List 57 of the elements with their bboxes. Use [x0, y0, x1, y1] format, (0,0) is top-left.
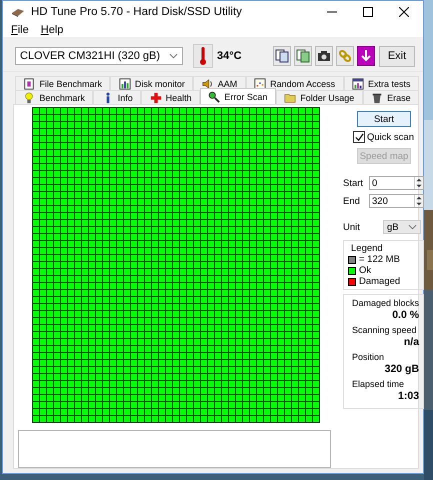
menu-item[interactable]: File [11, 24, 29, 36]
legend-label: Ok [359, 265, 372, 276]
cross-icon [150, 92, 162, 104]
temperature-reading: 34°C [217, 50, 243, 62]
drive-dropdown[interactable]: CLOVER CM321HI (320 gB) [15, 47, 183, 66]
chart-window-icon [352, 78, 364, 90]
tab[interactable]: File Benchmark [15, 76, 110, 90]
stat-value: 320 gB [384, 363, 420, 375]
trash-icon [371, 92, 384, 104]
unit-dropdown[interactable]: gB [383, 220, 421, 234]
caret-icon [169, 53, 178, 60]
window-title: HD Tune Pro 5.70 - Hard Disk/SSD Utility [31, 6, 243, 18]
close-icon[interactable] [399, 6, 409, 17]
spin-arrows-icon[interactable] [415, 195, 424, 207]
document-icon [23, 78, 36, 90]
tab[interactable]: Disk monitor [110, 76, 194, 90]
number-field[interactable]: 0 [369, 176, 424, 190]
spin-arrows-icon[interactable] [415, 177, 424, 189]
exit-button[interactable]: Exit [379, 46, 415, 67]
field-label: Start [343, 178, 364, 188]
stat-value: 1:03 [397, 390, 420, 402]
copy-icon[interactable] [273, 46, 291, 66]
tab[interactable]: Random Access [246, 76, 344, 90]
tab[interactable]: Health [141, 90, 200, 104]
tab[interactable]: Benchmark [15, 90, 94, 104]
tab[interactable]: Extra tests [344, 76, 419, 90]
download-icon[interactable] [357, 46, 375, 66]
checkmark-icon [354, 132, 364, 142]
number-field[interactable]: 320 [369, 194, 424, 208]
tab[interactable]: Error Scan [200, 88, 276, 104]
stat-value: n/a [402, 336, 420, 348]
thermometer-icon [193, 44, 213, 68]
quick-scan-checkbox[interactable]: Quick scan [353, 131, 424, 143]
stat-value: 0.0 % [391, 309, 420, 321]
speaker-icon [202, 78, 214, 90]
stat-label: Elapsed time [352, 379, 406, 389]
magnifier-icon [208, 90, 220, 102]
scatter-chart-icon [254, 78, 266, 90]
camera-icon[interactable] [315, 46, 333, 66]
tab[interactable]: Erase [362, 90, 419, 104]
field-label: End [343, 196, 361, 206]
legend-label: Damaged [359, 276, 400, 287]
caret-icon [408, 224, 417, 230]
stat-label: Position [352, 352, 386, 362]
bar-chart-icon [118, 78, 131, 90]
maximize-icon[interactable] [363, 6, 373, 17]
legend-label: = 122 MB [359, 254, 400, 265]
lightbulb-icon [23, 92, 36, 104]
field-label: Unit [343, 222, 361, 232]
tab[interactable]: Info [93, 90, 142, 104]
menu-item[interactable]: Help [40, 24, 64, 36]
start-button[interactable]: Start [357, 111, 411, 127]
legend-title: Legend [350, 243, 384, 254]
stat-label: Damaged blocks [352, 298, 420, 308]
copy-icon[interactable] [294, 46, 312, 66]
stat-label: Scanning speed [352, 325, 418, 335]
tab[interactable]: Folder Usage [276, 90, 363, 104]
